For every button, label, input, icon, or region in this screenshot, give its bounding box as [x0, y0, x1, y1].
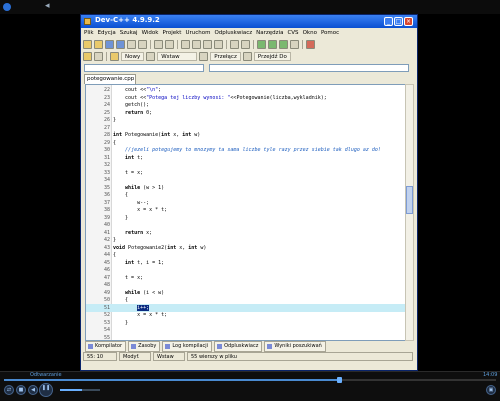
toolbar-row-1 [83, 39, 315, 50]
redo-icon[interactable] [165, 40, 174, 49]
player-status-text: Odtwarzanie [30, 372, 62, 378]
tab-odpluskwiacz[interactable]: Odpluskwiacz [214, 341, 263, 352]
previous-icon[interactable]: ◀ [28, 385, 38, 395]
line-number: 55 [103, 334, 110, 341]
editor-vertical-scrollbar[interactable] [405, 84, 414, 341]
menu-narzedzia[interactable]: Narzędzia [256, 28, 283, 38]
player-controls: Odtwarzanie 14:09 ⇄ ■ ◀ ❚❚ ▣ [0, 371, 500, 401]
insert-mode: Wstaw [153, 352, 185, 361]
player-logo-icon [3, 3, 11, 11]
resources-icon [131, 344, 137, 349]
close-icon[interactable]: × [404, 17, 413, 26]
code-editor[interactable]: 22 cout <<"\n"; 23 cout <<"Potega tej lic… [85, 84, 407, 341]
tab-potegowanie-cpp[interactable]: potegowanie.cpp [84, 74, 136, 84]
toolbar-separator [106, 52, 107, 61]
toolbar-separator [253, 40, 254, 49]
compile-icon[interactable] [257, 40, 266, 49]
status-bar: 55: 10 Modyf. Wstaw 55 wierszy w pliku [83, 352, 415, 362]
goto-line-icon[interactable] [214, 40, 223, 49]
minimize-icon[interactable]: _ [384, 17, 393, 26]
tab-wyniki-poszukiwan[interactable]: Wyniki poszukiwań [264, 341, 326, 352]
bottom-panel-tabs: Kompilator Zasoby Log kompilacji Odplusk… [85, 341, 415, 352]
code-line[interactable]: 55 [86, 334, 406, 341]
insert-button[interactable]: Wstaw [157, 52, 198, 61]
save-all-icon[interactable] [116, 40, 125, 49]
menu-widok[interactable]: Widok [142, 28, 159, 38]
goto-bookmark-button[interactable]: Przejdź Do [253, 52, 291, 61]
toolbar-row-2: Nowy Wstaw Przełącz Przejdź Do [83, 51, 291, 62]
toolbar-separator [150, 40, 151, 49]
new-button[interactable]: Nowy [121, 52, 145, 61]
find-next-icon[interactable] [203, 40, 212, 49]
volume-slider[interactable] [60, 389, 100, 391]
toolbar-separator [177, 40, 178, 49]
search-results-icon [267, 344, 273, 349]
maximize-icon[interactable]: □ [394, 17, 403, 26]
scrollbar-thumb[interactable] [406, 186, 413, 214]
app-icon [84, 18, 91, 25]
title-bar[interactable]: Dev-C++ 4.9.9.2 _ □ × [81, 15, 417, 28]
compiler-icon [88, 344, 93, 349]
insert-icon[interactable] [146, 52, 156, 61]
player-top-bar: ◂ [0, 0, 500, 14]
toolbar-separator [302, 40, 303, 49]
new-class-icon[interactable] [110, 52, 119, 61]
tab-log-kompilacji[interactable]: Log kompilacji [162, 341, 213, 352]
log-icon [165, 344, 171, 349]
find-icon[interactable] [181, 40, 190, 49]
menu-plik[interactable]: Plik [84, 28, 94, 38]
close-file-icon[interactable] [127, 40, 136, 49]
toggle-bookmark-button[interactable]: Przełącz [210, 52, 241, 61]
replace-icon[interactable] [192, 40, 201, 49]
new-file-icon[interactable] [83, 40, 92, 49]
menu-bar: Plik Edycja Szukaj Widok Projekt Uruchom… [81, 28, 417, 38]
menu-projekt[interactable]: Projekt [162, 28, 181, 38]
stop-icon[interactable]: ■ [16, 385, 26, 395]
file-tab-label: potegowanie.cpp [87, 76, 135, 82]
menu-uruchom[interactable]: Uruchom [185, 28, 210, 38]
debug-icon[interactable] [306, 40, 315, 49]
seek-bar-fill [4, 379, 339, 381]
player-menu-arrow-icon[interactable]: ◂ [45, 1, 50, 11]
line-count: 55 wierszy w pliku [187, 352, 413, 361]
volume-fill [60, 389, 82, 391]
goto-icon[interactable] [242, 52, 252, 61]
project-add-icon[interactable] [230, 40, 239, 49]
player-time: 14:09 [483, 372, 498, 378]
compile-run-icon[interactable] [279, 40, 288, 49]
project-remove-icon[interactable] [241, 40, 250, 49]
save-icon[interactable] [105, 40, 114, 49]
project-new-icon[interactable] [83, 52, 92, 61]
menu-odpluskwiacz[interactable]: Odpluskwiacz [214, 28, 252, 38]
menu-szukaj[interactable]: Szukaj [120, 28, 138, 38]
toggle-icon[interactable] [199, 52, 209, 61]
undo-icon[interactable] [154, 40, 163, 49]
run-icon[interactable] [268, 40, 277, 49]
cursor-position: 55: 10 [83, 352, 117, 361]
seek-bar[interactable] [4, 377, 496, 383]
menu-okno[interactable]: Okno [303, 28, 317, 38]
shuffle-icon[interactable]: ⇄ [4, 385, 14, 395]
menu-edycja[interactable]: Edycja [98, 28, 116, 38]
window-title: Dev-C++ 4.9.9.2 [95, 16, 160, 24]
toolbar-separator [226, 40, 227, 49]
devcpp-window: Dev-C++ 4.9.9.2 _ □ × Plik Edycja Szukaj… [80, 14, 418, 371]
menu-cvs[interactable]: CVS [287, 28, 298, 38]
modified-indicator: Modyf. [119, 352, 151, 361]
rebuild-icon[interactable] [290, 40, 299, 49]
class-combobox[interactable] [84, 64, 204, 72]
print-icon[interactable] [138, 40, 147, 49]
tab-kompilator[interactable]: Kompilator [85, 341, 127, 352]
member-combobox[interactable] [209, 64, 409, 72]
debugger-icon [217, 344, 223, 349]
tab-zasoby[interactable]: Zasoby [128, 341, 161, 352]
fullscreen-icon[interactable]: ▣ [486, 385, 496, 395]
menu-pomoc[interactable]: Pomoc [321, 28, 339, 38]
seek-knob[interactable] [336, 377, 342, 383]
play-pause-icon[interactable]: ❚❚ [39, 383, 53, 397]
open-file-icon[interactable] [94, 40, 103, 49]
options-icon[interactable] [94, 52, 103, 61]
